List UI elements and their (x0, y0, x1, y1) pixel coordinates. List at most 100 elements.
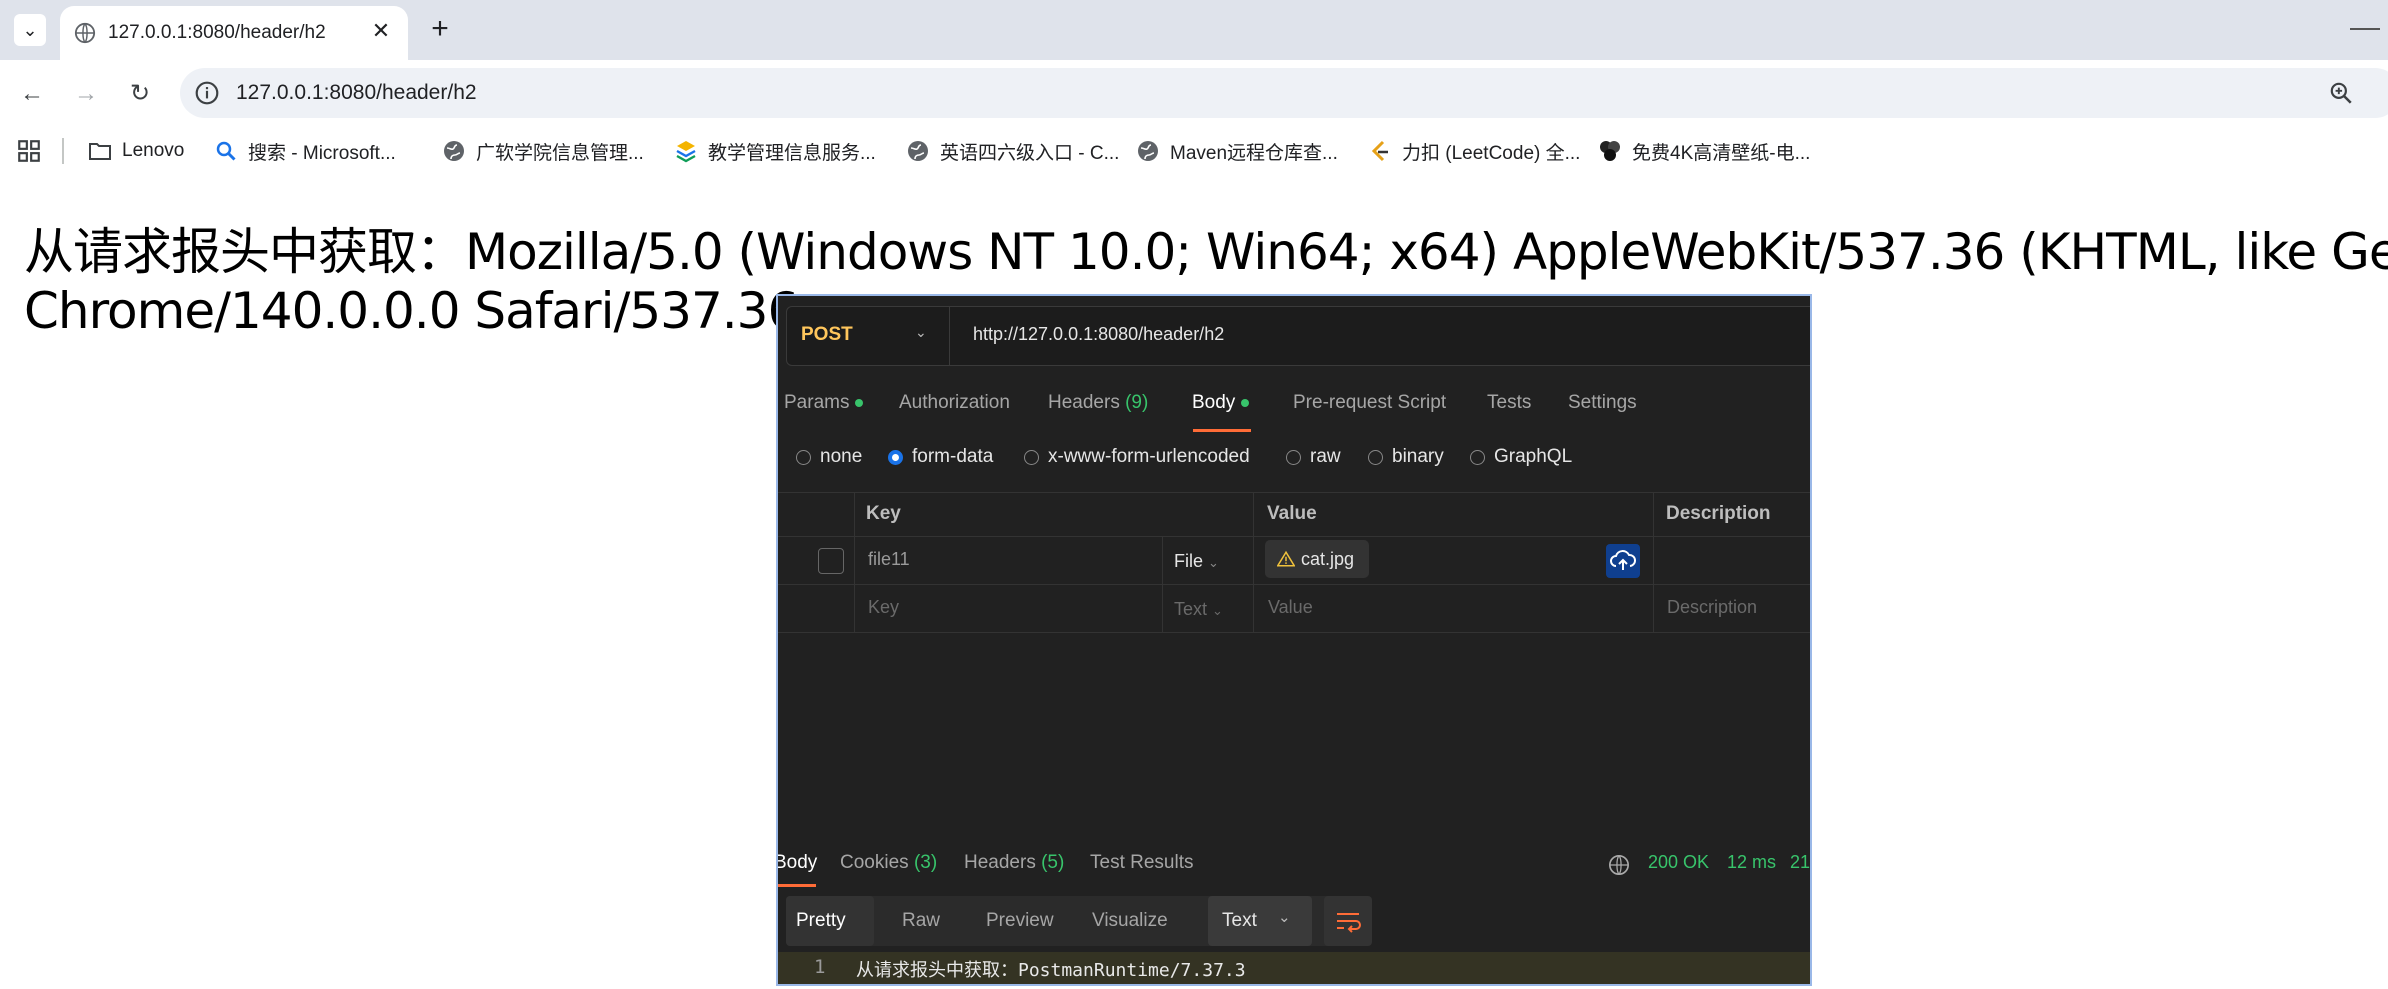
bookmark-item[interactable]: 力扣 (LeetCode) 全... (1368, 138, 1580, 164)
active-tab-underline (1193, 429, 1251, 432)
divider (949, 307, 950, 365)
bookmarks-bar: Lenovo 搜索 - Microsoft... 广软学院信息管理... 教学管… (0, 130, 2388, 172)
address-bar[interactable]: 127.0.0.1:8080/header/h2 (180, 68, 2388, 118)
request-url: http://127.0.0.1:8080/header/h2 (973, 324, 1225, 344)
tab-close-icon[interactable]: ✕ (368, 18, 394, 44)
back-arrow-icon[interactable]: ← (12, 74, 52, 114)
tab-search-chevron-icon[interactable]: ⌄ (14, 14, 46, 46)
tab-title: 127.0.0.1:8080/header/h2 (108, 22, 326, 43)
folder-icon (89, 143, 111, 160)
table-border (778, 536, 1810, 537)
bookmark-label: 免费4K高清壁纸-电... (1632, 142, 1811, 164)
column-header-key: Key (866, 503, 901, 524)
request-bar: POST ⌄ http://127.0.0.1:8080/header/h2 (786, 306, 1810, 366)
bookmark-item[interactable]: 广软学院信息管理... (442, 138, 644, 164)
response-code-line: 1 从请求报头中获取：PostmanRuntime/7.37.3 (778, 952, 1810, 984)
response-tab-headers: Headers (5) (964, 852, 1065, 873)
app-icon (676, 141, 696, 163)
active-dot-icon (1241, 398, 1250, 407)
column-header-value: Value (1267, 503, 1317, 524)
table-border (1162, 536, 1163, 632)
radio-x-www-form-urlencoded: x-www-form-urlencoded (1024, 446, 1250, 468)
tab-tests: Tests (1487, 392, 1532, 413)
apps-grid-icon[interactable] (16, 138, 42, 164)
table-border (1653, 492, 1654, 632)
radio-icon (1470, 449, 1485, 465)
warning-icon (1277, 550, 1295, 567)
reload-icon[interactable]: ↻ (120, 74, 160, 114)
tab-prerequest-script: Pre-request Script (1293, 392, 1447, 413)
tab-body: Body (1192, 392, 1250, 414)
response-time: 12 ms (1727, 852, 1777, 872)
active-tab-underline (778, 884, 816, 887)
forward-arrow-icon[interactable]: → (66, 74, 106, 114)
table-border (778, 492, 1810, 493)
response-size: 21 (1790, 852, 1810, 872)
bookmark-label: Lenovo (122, 140, 185, 161)
table-border (854, 492, 855, 632)
view-tab-visualize: Visualize (1092, 910, 1168, 931)
file-chip: cat.jpg (1265, 540, 1369, 578)
radio-icon (1024, 449, 1039, 465)
leetcode-icon (1371, 140, 1388, 162)
bookmark-item[interactable]: 搜索 - Microsoft... (214, 138, 396, 164)
line-number: 1 (814, 956, 826, 978)
bookmark-item[interactable]: 免费4K高清壁纸-电... (1598, 138, 1810, 164)
site-info-icon[interactable] (194, 80, 220, 106)
zoom-icon[interactable] (2328, 80, 2354, 106)
wrap-lines-icon (1324, 896, 1372, 946)
response-tab-cookies: Cookies (3) (840, 852, 938, 873)
row-type-select: File ⌄ (1174, 551, 1219, 571)
user-agent-text-line-1: 从请求报头中获取：Mozilla/5.0 (Windows NT 10.0; W… (24, 223, 2388, 281)
chevron-down-icon: ⌄ (915, 324, 927, 340)
tab-authorization: Authorization (899, 392, 1010, 413)
response-body-text: 从请求报头中获取：PostmanRuntime/7.37.3 (856, 960, 1246, 981)
table-border (1253, 492, 1254, 632)
bookmark-separator (62, 138, 64, 164)
bookmark-item[interactable]: 英语四六级入口 - C... (906, 138, 1119, 164)
row-checkbox (818, 548, 844, 574)
tab-params: Params (784, 392, 864, 414)
radio-raw: raw (1286, 446, 1341, 468)
radio-none: none (796, 446, 862, 468)
table-border (778, 632, 1810, 633)
bookmark-label: 教学管理信息服务... (708, 142, 876, 164)
tab-settings: Settings (1568, 392, 1637, 413)
row-key-placeholder: Key (868, 597, 900, 617)
postman-screenshot: POST ⌄ http://127.0.0.1:8080/header/h2 P… (778, 296, 1810, 984)
format-select: Text ⌄ (1208, 896, 1312, 946)
radio-icon (1368, 449, 1383, 465)
globe-icon (444, 141, 464, 161)
cloud-upload-icon (1606, 544, 1640, 578)
bookmark-label: 力扣 (LeetCode) 全... (1402, 142, 1581, 164)
bookmark-item[interactable]: Maven远程仓库查... (1136, 138, 1338, 164)
new-tab-plus-icon[interactable]: + (424, 14, 456, 46)
radio-selected-icon (888, 449, 903, 465)
wallpaper-icon (1600, 141, 1620, 161)
globe-icon (74, 22, 96, 44)
globe-icon (908, 141, 928, 161)
chevron-down-icon: ⌄ (1212, 603, 1223, 618)
tab-strip: ⌄ 127.0.0.1:8080/header/h2 ✕ + (0, 0, 2388, 60)
view-tab-raw: Raw (902, 910, 941, 931)
bookmark-label: 搜索 - Microsoft... (248, 142, 396, 164)
radio-binary: binary (1368, 446, 1444, 468)
browser-tab[interactable]: 127.0.0.1:8080/header/h2 ✕ (60, 6, 408, 60)
table-border (778, 584, 1810, 585)
http-method-select: POST (801, 324, 853, 345)
view-tab-pretty: Pretty (796, 910, 846, 931)
tab-headers: Headers (9) (1048, 392, 1149, 413)
bookmark-item[interactable]: Lenovo (88, 138, 184, 164)
radio-form-data: form-data (888, 446, 993, 468)
radio-graphql: GraphQL (1470, 446, 1572, 468)
format-label: Text (1222, 910, 1257, 931)
search-icon (216, 141, 236, 161)
status-code: 200 OK (1648, 852, 1710, 872)
window-minimize-icon[interactable] (2350, 28, 2380, 30)
chevron-down-icon: ⌄ (1278, 909, 1291, 926)
bookmark-item[interactable]: 教学管理信息服务... (674, 138, 876, 164)
row-type-select: Text ⌄ (1174, 599, 1223, 619)
globe-icon (1609, 855, 1629, 875)
url-text[interactable]: 127.0.0.1:8080/header/h2 (236, 81, 477, 105)
file-name: cat.jpg (1301, 548, 1355, 569)
